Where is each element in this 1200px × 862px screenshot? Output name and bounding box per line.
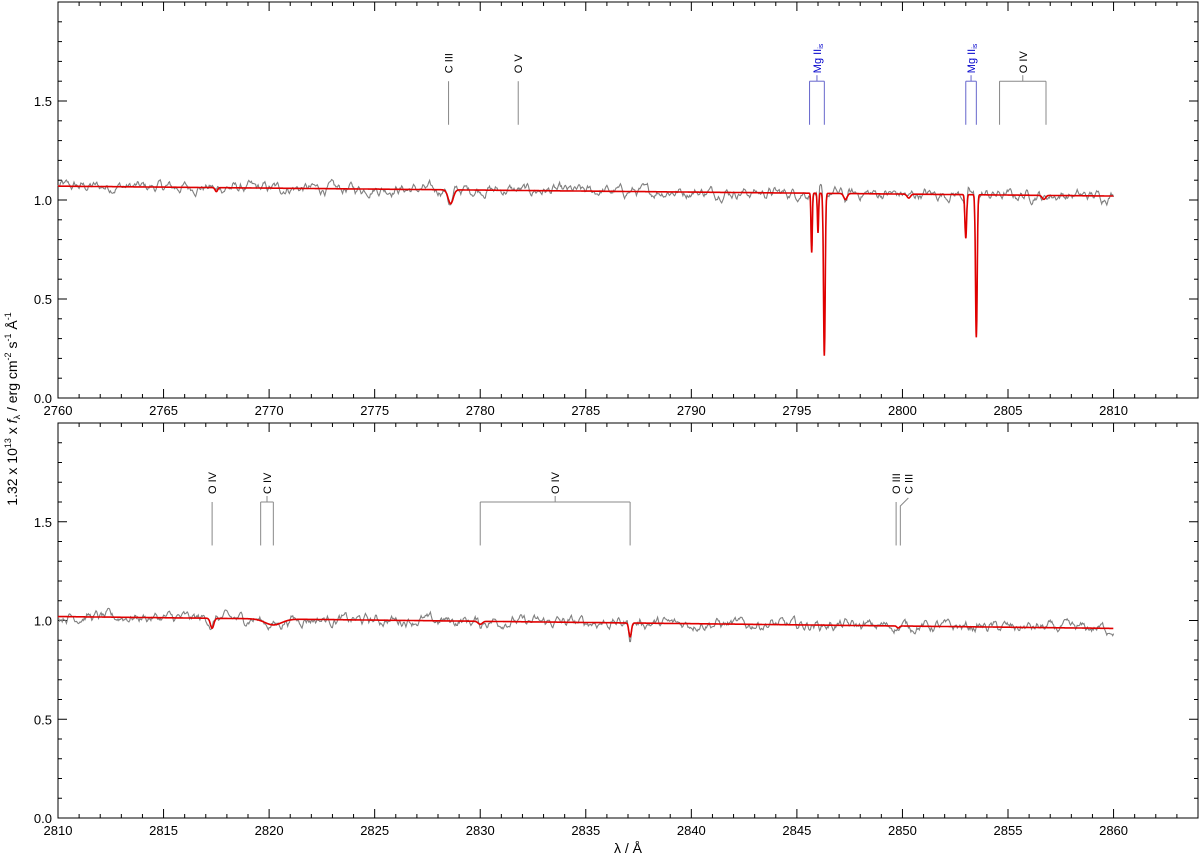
observed-spectrum-line bbox=[57, 178, 1115, 335]
plot-frame bbox=[57, 422, 1199, 819]
x-tick-label: 2830 bbox=[466, 823, 495, 838]
line-id-marker: Mg IIis bbox=[965, 43, 979, 125]
y-tick-label: 1.5 bbox=[34, 515, 52, 530]
line-id-label: O IV bbox=[1018, 51, 1030, 74]
x-tick-label: 2850 bbox=[888, 823, 917, 838]
line-id-label: Mg IIis bbox=[812, 43, 825, 73]
line-id-label: O IV bbox=[550, 471, 562, 494]
x-tick-label: 2765 bbox=[149, 403, 178, 418]
line-id-label: C III bbox=[444, 53, 456, 73]
x-tick-label: 2840 bbox=[677, 823, 706, 838]
y-tick-label: 0.5 bbox=[34, 292, 52, 307]
line-id-marker: O IV bbox=[999, 51, 1047, 125]
line-id-marker: C IV bbox=[260, 472, 274, 546]
y-tick-label: 0.0 bbox=[34, 391, 52, 406]
x-tick-label: 2855 bbox=[994, 823, 1023, 838]
line-id-label: O IV bbox=[207, 471, 219, 494]
model-spectrum-line bbox=[57, 615, 1114, 638]
x-tick-label: 2800 bbox=[888, 403, 917, 418]
x-tick-label: 2785 bbox=[571, 403, 600, 418]
spectrum-figure: 2760 2765 2770 2775 2780 2785 2790 2795 2800 2805… bbox=[0, 0, 1200, 857]
x-tick-label: 2815 bbox=[149, 823, 178, 838]
panel-bottom: 2810 2815 2820 2825 2830 2835 2840 2845 2850 2855… bbox=[34, 422, 1199, 838]
line-id-marker: Mg IIis bbox=[809, 43, 825, 125]
line-id-label: Mg IIis bbox=[966, 43, 979, 73]
x-tick-label: 2775 bbox=[360, 403, 389, 418]
x-tick-label: 2795 bbox=[782, 403, 811, 418]
y-tick-label: 0.5 bbox=[34, 712, 52, 727]
x-tick-label: 2810 bbox=[1099, 403, 1128, 418]
x-tick-label: 2825 bbox=[360, 823, 389, 838]
x-tick-label: 2835 bbox=[571, 823, 600, 838]
x-tick-label: 2845 bbox=[782, 823, 811, 838]
x-axis-label: λ / Å bbox=[614, 840, 643, 856]
y-axis-label: 1.32 x 1013 x fλ / erg cm-2 s-1 Å-1 bbox=[3, 312, 22, 505]
line-id-label: O V bbox=[513, 54, 525, 74]
line-id-label: C III bbox=[903, 474, 915, 494]
x-tick-label: 2790 bbox=[677, 403, 706, 418]
x-tick-label: 2780 bbox=[466, 403, 495, 418]
x-tick-label: 2770 bbox=[255, 403, 284, 418]
line-id-marker: O IV bbox=[479, 471, 631, 546]
model-spectrum-line bbox=[58, 185, 1114, 356]
line-id-marker: O IV bbox=[207, 471, 219, 546]
panel-top: 2760 2765 2770 2775 2780 2785 2790 2795 2800 2805… bbox=[34, 1, 1199, 418]
y-tick-label: 1.5 bbox=[34, 94, 52, 109]
x-tick-label: 2805 bbox=[994, 403, 1023, 418]
line-id-marker: O III bbox=[891, 473, 903, 546]
line-id-marker: C III bbox=[444, 53, 456, 125]
line-id-label: C IV bbox=[262, 472, 274, 494]
line-id-label: O III bbox=[891, 473, 903, 494]
line-id-marker: C III bbox=[899, 474, 915, 546]
y-tick-label: 1.0 bbox=[34, 193, 52, 208]
x-tick-label: 2820 bbox=[255, 823, 284, 838]
spectrum-svg: 2760 2765 2770 2775 2780 2785 2790 2795 2800 2805… bbox=[3, 1, 1199, 856]
line-id-tick bbox=[899, 497, 909, 546]
x-tick-label: 2860 bbox=[1099, 823, 1128, 838]
y-tick-label: 0.0 bbox=[34, 811, 52, 826]
observed-spectrum-line bbox=[57, 607, 1115, 643]
line-id-marker: O V bbox=[513, 54, 525, 125]
y-tick-label: 1.0 bbox=[34, 614, 52, 629]
